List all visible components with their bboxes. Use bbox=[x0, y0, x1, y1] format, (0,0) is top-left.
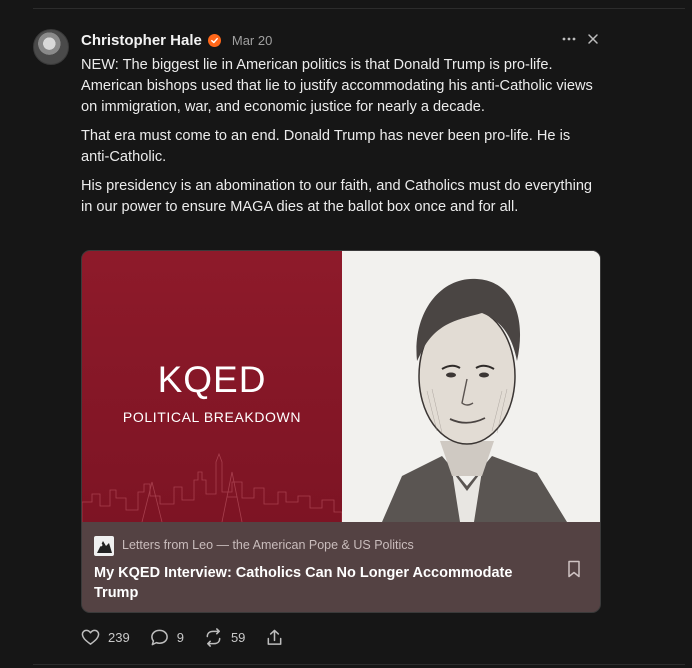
bookmark-icon[interactable] bbox=[567, 560, 581, 578]
card-title[interactable]: My KQED Interview: Catholics Can No Long… bbox=[94, 563, 534, 603]
restack-button[interactable]: 59 bbox=[204, 627, 246, 647]
close-icon bbox=[588, 34, 598, 44]
share-icon bbox=[267, 629, 282, 645]
post-actions: 239 9 59 bbox=[81, 627, 304, 647]
portrait-sketch bbox=[342, 251, 600, 522]
restack-icon bbox=[206, 627, 221, 647]
card-footer: Letters from Leo — the American Pope & U… bbox=[82, 522, 600, 612]
like-count: 239 bbox=[108, 629, 130, 645]
post-paragraph: That era must come to an end. Donald Tru… bbox=[81, 128, 571, 165]
comment-icon bbox=[150, 629, 168, 645]
post-body: NEW: The biggest lie in American politic… bbox=[81, 55, 601, 226]
kqed-cover: KQED POLITICAL BREAKDOWN bbox=[82, 251, 342, 522]
close-button[interactable] bbox=[585, 31, 601, 47]
verified-badge-icon bbox=[207, 33, 221, 47]
portrait-illustration bbox=[342, 251, 600, 522]
avatar[interactable] bbox=[33, 29, 69, 65]
bottom-divider bbox=[33, 664, 685, 665]
more-options-button[interactable] bbox=[561, 31, 577, 47]
publication-logo-icon bbox=[94, 536, 114, 556]
restack-count: 59 bbox=[230, 629, 246, 645]
share-button[interactable] bbox=[265, 628, 284, 647]
post-paragraph: His presidency is an abomination to our … bbox=[81, 178, 593, 215]
post-date[interactable]: Mar 20 bbox=[232, 33, 272, 48]
political-breakdown-text: POLITICAL BREAKDOWN bbox=[122, 409, 302, 425]
author-name[interactable]: Christopher Hale bbox=[81, 32, 202, 49]
link-preview-card[interactable]: KQED POLITICAL BREAKDOWN Letters from Le… bbox=[81, 250, 601, 613]
like-button[interactable]: 239 bbox=[81, 628, 130, 647]
post-paragraph: NEW: The biggest lie in American politic… bbox=[81, 57, 593, 115]
heart-icon bbox=[81, 629, 100, 645]
comment-count: 9 bbox=[176, 629, 184, 645]
publication-name[interactable]: Letters from Leo — the American Pope & U… bbox=[122, 538, 414, 552]
city-skyline-illustration bbox=[82, 452, 342, 522]
ellipsis-icon bbox=[562, 37, 576, 41]
comment-button[interactable]: 9 bbox=[150, 628, 184, 647]
card-image: KQED POLITICAL BREAKDOWN bbox=[82, 251, 600, 522]
top-divider bbox=[33, 8, 685, 9]
kqed-logo-text: KQED bbox=[157, 359, 267, 400]
post-header: Christopher Hale Mar 20 bbox=[81, 30, 272, 50]
